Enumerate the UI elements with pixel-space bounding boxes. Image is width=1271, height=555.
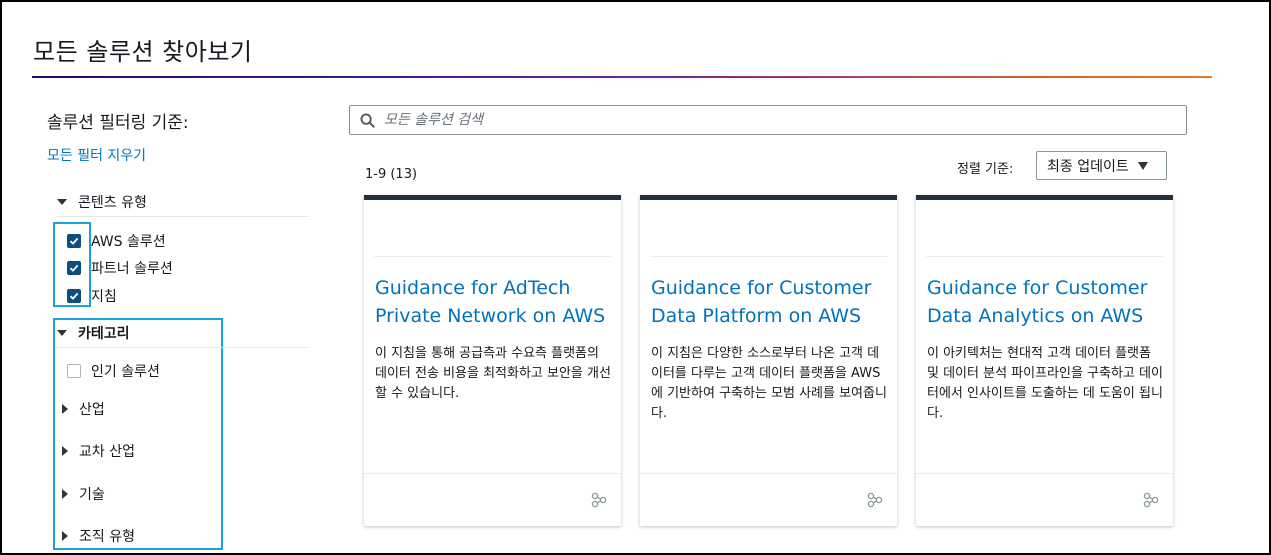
section-divider [57, 347, 309, 348]
content-type-section-toggle[interactable]: 콘텐츠 유형 [57, 192, 147, 212]
search-box[interactable] [349, 105, 1187, 135]
content-type-label: 콘텐츠 유형 [78, 195, 147, 211]
sort-selected-value: 최종 업데이트 [1047, 158, 1129, 175]
card-description: 이 지침은 다양한 소스로부터 나온 고객 데이터를 다루는 고객 데이터 플랫… [651, 346, 887, 421]
checkbox-guidance[interactable]: 지침 [67, 286, 117, 306]
category-highlight-box [53, 318, 223, 550]
clear-all-filters-link[interactable]: 모든 필터 지우기 [47, 145, 146, 165]
checkbox-checked-icon[interactable] [67, 289, 81, 303]
card-footer-divider [640, 473, 897, 474]
share-icon[interactable] [867, 492, 883, 508]
card-top-divider [650, 256, 887, 257]
checkbox-unchecked-icon[interactable] [67, 364, 81, 378]
filter-heading: 솔루션 필터링 기준: [47, 113, 189, 133]
caret-down-icon [57, 330, 67, 336]
category-section-toggle[interactable]: 카테고리 [57, 323, 130, 343]
result-count: 1-9 (13) [365, 167, 418, 182]
solution-card[interactable]: Guidance for Customer Data Analytics on … [916, 195, 1173, 526]
card-top-divider [374, 256, 611, 257]
checkbox-label: 파트너 솔루션 [91, 261, 173, 277]
solution-card[interactable]: Guidance for AdTech Private Network on A… [364, 195, 621, 526]
title-gradient-rule [32, 76, 1212, 78]
checkbox-checked-icon[interactable] [67, 261, 81, 275]
subsection-industry[interactable]: 산업 [60, 399, 105, 419]
card-footer-divider [916, 473, 1173, 474]
checkbox-popular-solutions[interactable]: 인기 솔루션 [67, 361, 160, 381]
subsection-label: 교차 산업 [79, 444, 135, 460]
subsection-cross-industry[interactable]: 교차 산업 [60, 441, 135, 461]
card-top-divider [926, 256, 1163, 257]
checkbox-label: AWS 솔루션 [91, 234, 166, 250]
sort-dropdown[interactable]: 최종 업데이트 [1036, 151, 1167, 180]
subsection-technology[interactable]: 기술 [60, 484, 105, 504]
card-title-link[interactable]: Guidance for Customer Data Platform on A… [651, 274, 889, 330]
subsection-organization-type[interactable]: 조직 유형 [60, 526, 135, 546]
checkbox-aws-solutions[interactable]: AWS 솔루션 [67, 231, 166, 251]
card-description: 이 아키텍처는 현대적 고객 데이터 플랫폼 및 데이터 분석 파이프라인을 구… [927, 346, 1163, 421]
caret-right-icon [62, 446, 68, 456]
card-description: 이 지침을 통해 공급측과 수요측 플랫폼의 데이터 전송 비용을 최적화하고 … [375, 346, 611, 401]
page-title: 모든 솔루션 찾아보기 [33, 38, 253, 66]
subsection-label: 산업 [79, 402, 105, 418]
card-title-link[interactable]: Guidance for Customer Data Analytics on … [927, 274, 1165, 330]
checkbox-label: 지침 [91, 289, 117, 305]
section-divider [57, 216, 309, 217]
dropdown-triangle-icon [1137, 161, 1148, 170]
subsection-label: 조직 유형 [79, 529, 135, 545]
category-label: 카테고리 [78, 326, 130, 342]
share-icon[interactable] [591, 492, 607, 508]
card-title-link[interactable]: Guidance for AdTech Private Network on A… [375, 274, 613, 330]
checkbox-label: 인기 솔루션 [91, 364, 160, 380]
caret-right-icon [62, 489, 68, 499]
solution-card[interactable]: Guidance for Customer Data Platform on A… [640, 195, 897, 526]
caret-down-icon [57, 199, 67, 205]
subsection-label: 기술 [79, 487, 105, 503]
share-icon[interactable] [1143, 492, 1159, 508]
checkbox-checked-icon[interactable] [67, 234, 81, 248]
caret-right-icon [62, 404, 68, 414]
search-input[interactable] [384, 112, 1164, 128]
caret-right-icon [62, 531, 68, 541]
sort-label: 정렬 기준: [957, 162, 1014, 177]
checkbox-partner-solutions[interactable]: 파트너 솔루션 [67, 258, 173, 278]
search-icon [360, 112, 375, 128]
card-footer-divider [364, 473, 621, 474]
